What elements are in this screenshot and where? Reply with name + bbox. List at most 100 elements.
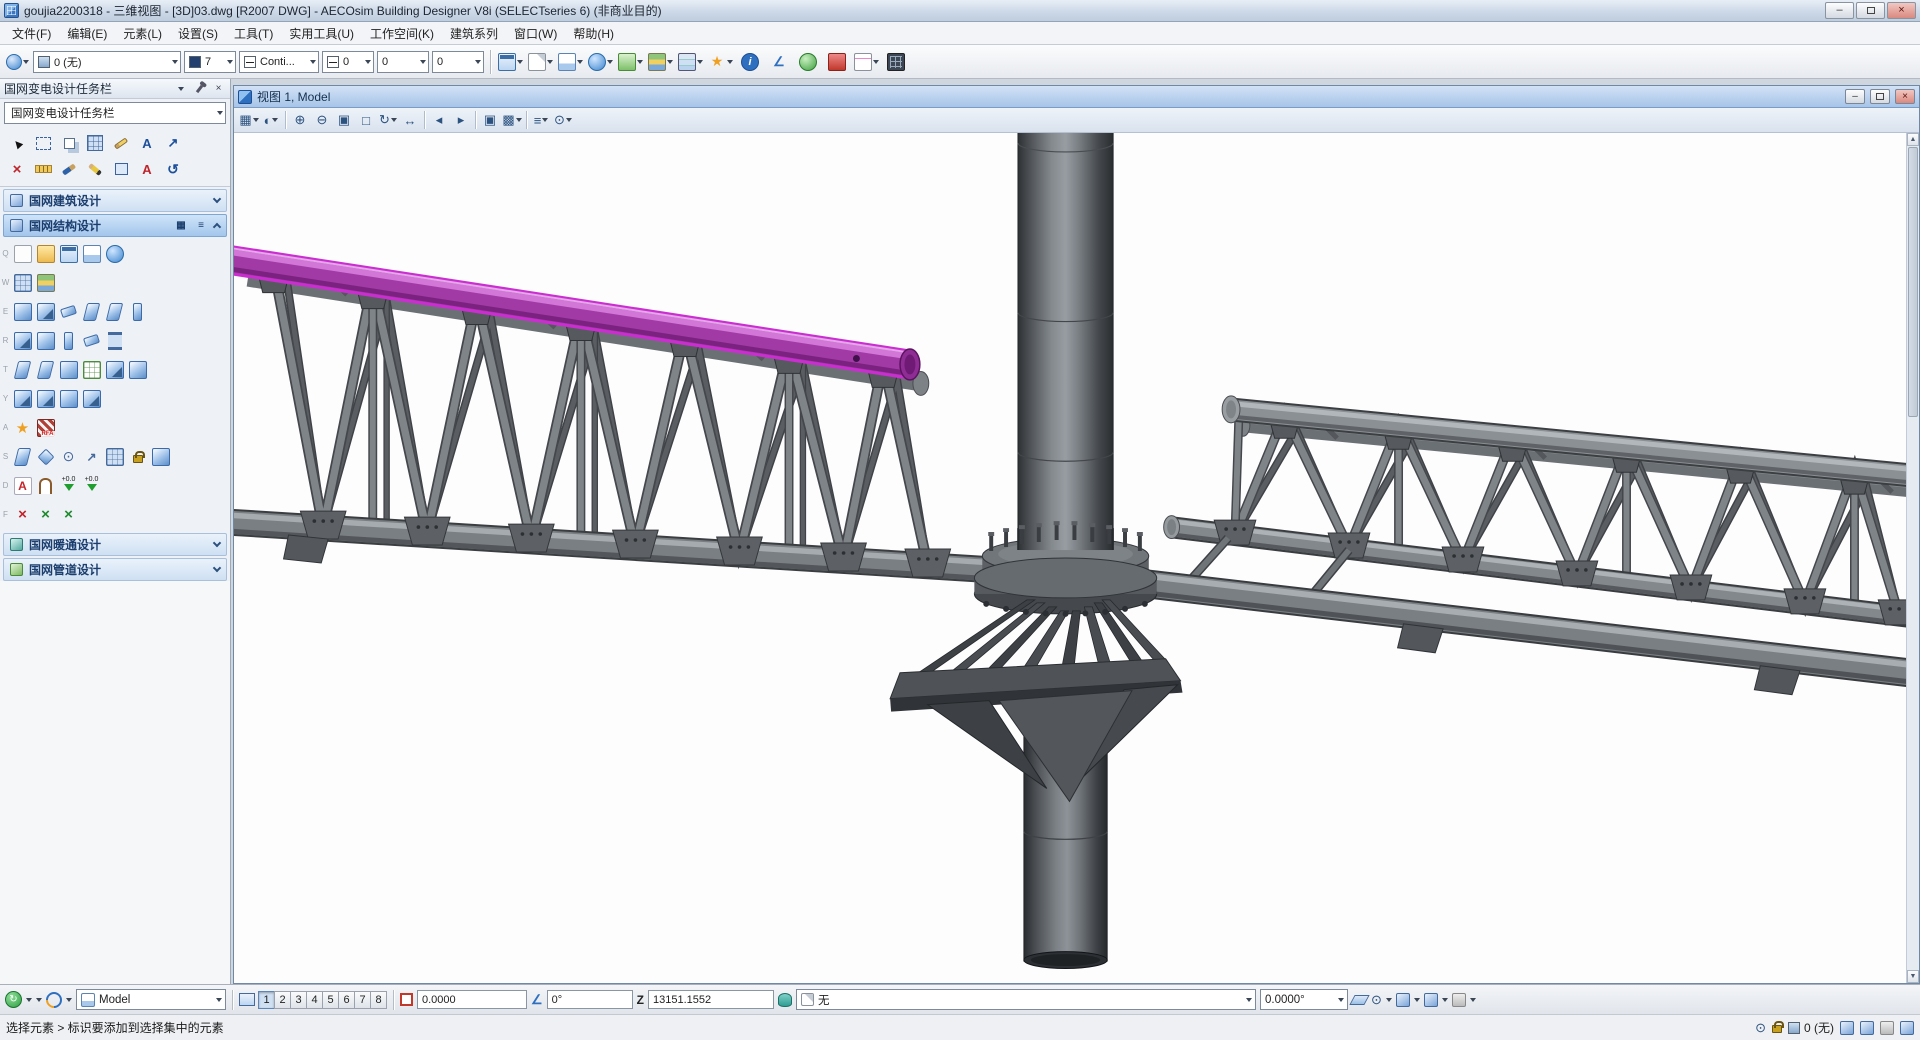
menu-window[interactable]: 窗口(W)	[506, 22, 565, 45]
point-clouds-button[interactable]	[617, 49, 644, 75]
link-tool[interactable]	[149, 445, 172, 468]
assembly-tool-3[interactable]	[57, 387, 80, 410]
menu-settings[interactable]: 设置(S)	[170, 22, 226, 45]
tentative-target-icon[interactable]: ⊙	[1371, 992, 1382, 1008]
section-hvac-design[interactable]: 国网暖通设计	[3, 533, 227, 556]
rotate-view-button[interactable]: ↻	[378, 110, 398, 131]
z-coordinate-field[interactable]	[648, 990, 774, 1009]
scroll-up-icon[interactable]: ▲	[1907, 133, 1919, 146]
place-girder-tool[interactable]	[103, 300, 126, 323]
display-style-button[interactable]: ◐	[261, 110, 281, 131]
ibeam-tool[interactable]	[103, 329, 126, 352]
status-indicator-icon[interactable]	[1840, 1021, 1854, 1035]
references-button[interactable]	[557, 49, 584, 75]
acs-combo[interactable]: 无	[796, 989, 1256, 1010]
slab-tool[interactable]	[11, 329, 34, 352]
view-toggle-5[interactable]: 5	[322, 991, 339, 1009]
viewport-3d-model[interactable]	[234, 133, 1906, 983]
view-toggle-4[interactable]: 4	[306, 991, 323, 1009]
acs-angle-combo[interactable]: 0.0000°	[1260, 989, 1348, 1010]
render-tool[interactable]: ★	[11, 416, 34, 439]
elevation-tool-1[interactable]: +0.0	[57, 474, 80, 497]
view-scrollbar[interactable]: ▲ ▼	[1906, 133, 1919, 983]
work-mode-icon[interactable]	[1424, 993, 1438, 1007]
plane-icon[interactable]	[1349, 995, 1369, 1005]
view-toggle-3[interactable]: 3	[290, 991, 307, 1009]
chevron-down-icon[interactable]	[1470, 998, 1476, 1005]
copy-view-button[interactable]: ▣	[480, 110, 500, 131]
scrollbar-thumb[interactable]	[1908, 147, 1918, 417]
view-toggle-7[interactable]: 7	[354, 991, 371, 1009]
x-coordinate-field[interactable]	[417, 990, 527, 1009]
cells-button[interactable]: ★	[707, 49, 734, 75]
menu-workspace[interactable]: 工作空间(K)	[362, 22, 442, 45]
export-rfa-tool[interactable]: RFA	[34, 416, 57, 439]
menu-utilities[interactable]: 实用工具(U)	[281, 22, 362, 45]
chevron-down-icon[interactable]	[1414, 998, 1420, 1005]
text-tool[interactable]: A	[134, 130, 160, 156]
view-minimize-button[interactable]: –	[1845, 89, 1865, 104]
rotate-tool[interactable]: ↺	[160, 156, 186, 182]
accudraw-button[interactable]: ∠	[766, 49, 792, 75]
task-selector-combo[interactable]: 国网变电设计任务栏	[4, 102, 226, 124]
snap-target-icon[interactable]: ⊙	[1755, 1020, 1766, 1036]
display-set-icon[interactable]	[1452, 993, 1466, 1007]
explorer-button[interactable]	[853, 49, 880, 75]
x-lock-icon[interactable]	[400, 993, 413, 1006]
status-indicator-icon[interactable]	[1860, 1021, 1874, 1035]
active-transparency-combo[interactable]: 0	[432, 51, 484, 73]
lock-tool[interactable]	[126, 445, 149, 468]
check-green-tool-1[interactable]: ×	[34, 503, 57, 526]
active-level-combo[interactable]: 0 (无)	[33, 51, 181, 73]
lock-icon[interactable]	[1772, 1025, 1782, 1033]
angle-field[interactable]	[547, 990, 633, 1009]
clip-volume-button[interactable]: ▩	[502, 110, 522, 131]
scrollbar-track[interactable]	[1907, 418, 1919, 970]
menu-file[interactable]: 文件(F)	[4, 22, 59, 45]
pan-view-button[interactable]: ↔	[400, 110, 420, 131]
view-groups-icon[interactable]	[239, 993, 255, 1006]
place-text-tool[interactable]: A	[134, 156, 160, 182]
active-linestyle-combo[interactable]: Conti...	[239, 51, 319, 73]
menu-building-series[interactable]: 建筑系列	[442, 22, 506, 45]
mesh-tool[interactable]	[103, 445, 126, 468]
change-attributes-tool[interactable]	[56, 156, 82, 182]
element-information-button[interactable]: i	[737, 49, 763, 75]
chevron-down-icon[interactable]	[1442, 998, 1448, 1005]
status-indicator-icon[interactable]	[1880, 1021, 1894, 1035]
new-file-button[interactable]	[527, 49, 554, 75]
view-list-button[interactable]: ≡	[531, 110, 551, 131]
menu-edit[interactable]: 编辑(E)	[59, 22, 115, 45]
view-next-button[interactable]: ▸	[451, 110, 471, 131]
elevation-tool-2[interactable]: +0.0	[80, 474, 103, 497]
saved-views-button[interactable]	[647, 49, 674, 75]
chevron-down-icon[interactable]	[66, 998, 72, 1005]
view-toggle-6[interactable]: 6	[338, 991, 355, 1009]
steel-column-upper[interactable]	[1018, 133, 1113, 580]
markup-button[interactable]	[824, 49, 850, 75]
raster-manager-button[interactable]	[587, 49, 614, 75]
assembly-tool-2[interactable]	[34, 387, 57, 410]
sheet-model-tool[interactable]	[80, 242, 103, 265]
layers-tool[interactable]	[34, 271, 57, 294]
models-button[interactable]	[497, 49, 524, 75]
label-tool[interactable]: A	[11, 474, 34, 497]
splice-tool[interactable]	[103, 358, 126, 381]
viewport[interactable]: ▲ ▼	[234, 133, 1919, 983]
new-drawing-tool[interactable]	[11, 242, 34, 265]
fit-view-button[interactable]: □	[356, 110, 376, 131]
match-tool[interactable]	[108, 130, 134, 156]
section-arch-design[interactable]: 国网建筑设计	[3, 189, 227, 212]
draw-tool[interactable]	[82, 156, 108, 182]
chevron-down-icon[interactable]	[1386, 998, 1392, 1005]
model-selector-combo[interactable]: Model	[76, 989, 226, 1010]
layout-list-icon[interactable]: ≡	[194, 220, 208, 231]
bolt-tool[interactable]: ⊙	[57, 445, 80, 468]
extend-beam-tool[interactable]	[34, 358, 57, 381]
opening-tool[interactable]	[34, 474, 57, 497]
running-coordinates-icon[interactable]	[1396, 993, 1410, 1007]
copy-tool[interactable]	[56, 130, 82, 156]
active-class-combo[interactable]: 0	[377, 51, 429, 73]
move-tool[interactable]: ↗	[160, 130, 186, 156]
active-lineweight-combo[interactable]: 0	[322, 51, 374, 73]
